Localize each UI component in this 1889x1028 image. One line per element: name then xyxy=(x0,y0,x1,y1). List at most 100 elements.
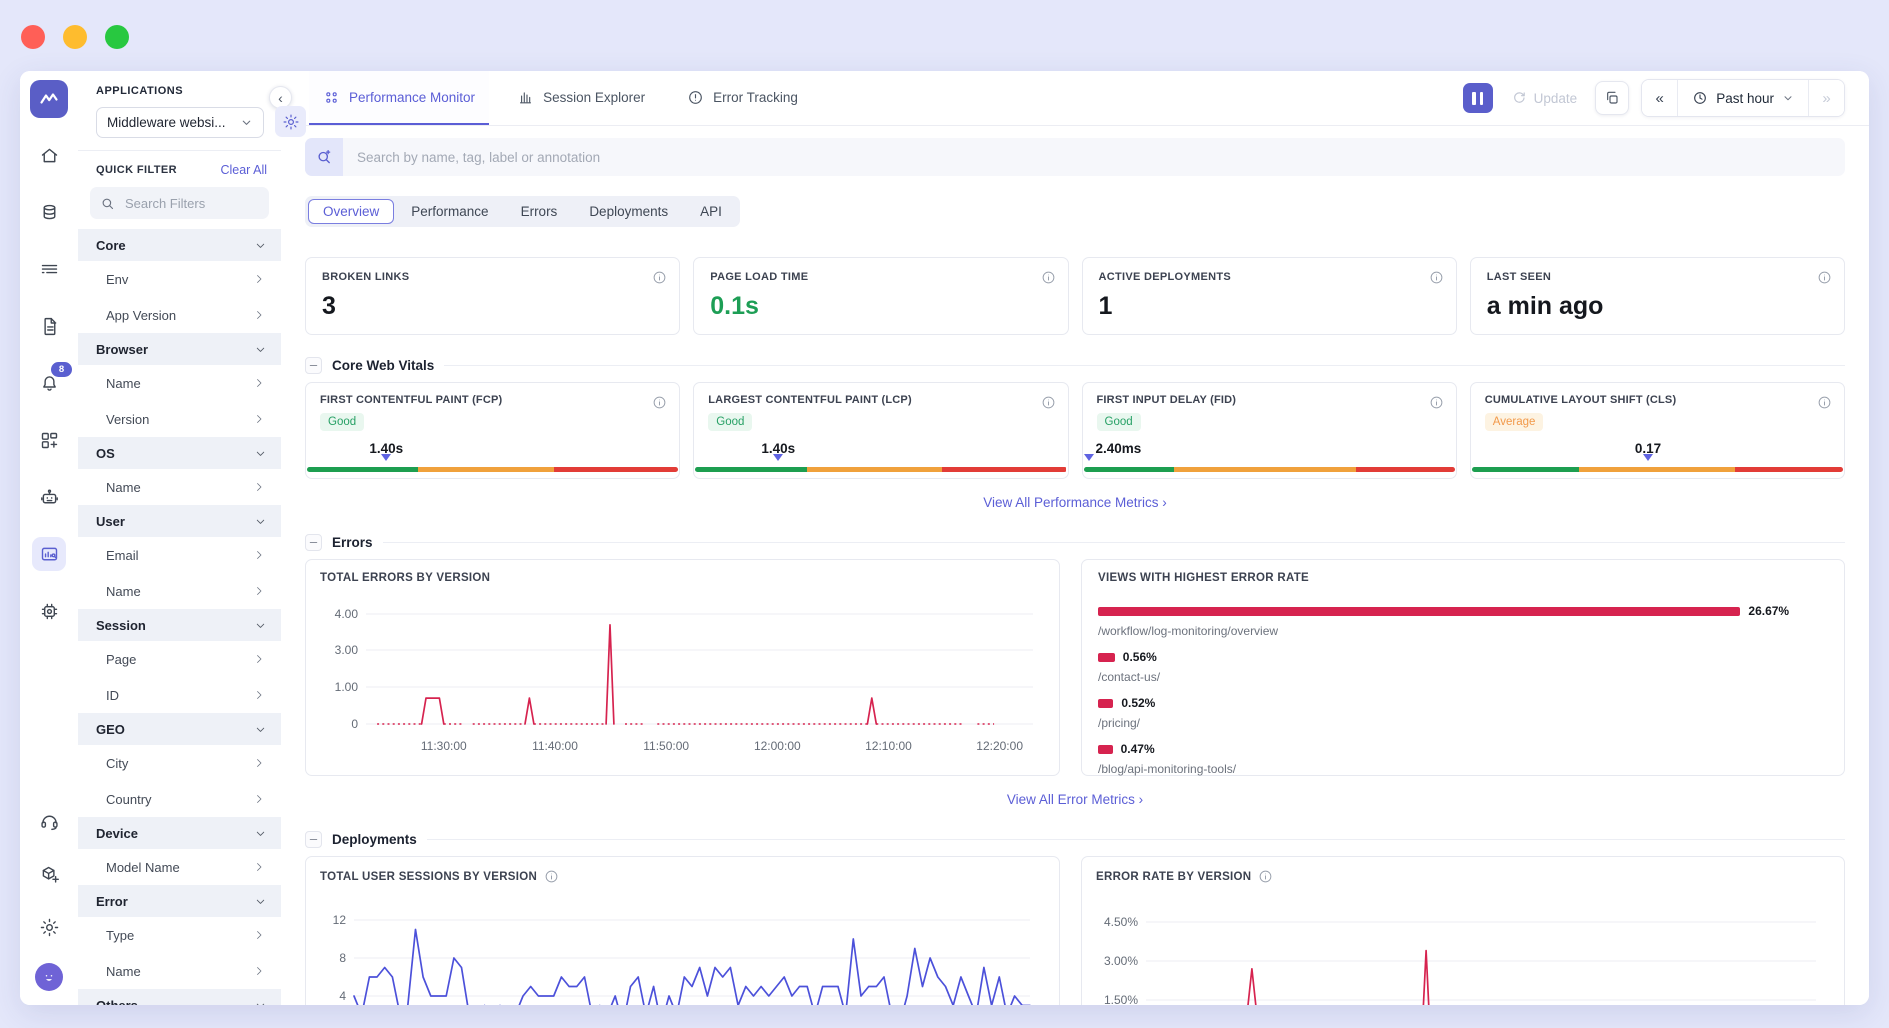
section-errors: Errors xyxy=(305,534,1845,551)
tab-label: Session Explorer xyxy=(543,90,645,105)
error-rate-value: 0.56% xyxy=(1123,650,1157,664)
info-icon[interactable] xyxy=(1817,270,1832,285)
filter-item-geo-city[interactable]: City xyxy=(78,745,281,781)
filter-group-user[interactable]: User xyxy=(78,505,281,537)
filter-item-core-env[interactable]: Env xyxy=(78,261,281,297)
info-icon[interactable] xyxy=(544,869,559,884)
time-range-forward-button[interactable]: » xyxy=(1808,80,1844,116)
update-button[interactable]: Update xyxy=(1505,89,1584,107)
subtab-overview[interactable]: Overview xyxy=(308,199,394,224)
vital-card-cumulative-layout-shift-cls-: CUMULATIVE LAYOUT SHIFT (CLS)Average0.17 xyxy=(1470,382,1845,479)
info-icon[interactable] xyxy=(1429,395,1444,410)
filter-item-core-app-version[interactable]: App Version xyxy=(78,297,281,333)
info-icon[interactable] xyxy=(1041,270,1056,285)
filter-item-user-name[interactable]: Name xyxy=(78,573,281,609)
vital-card-first-input-delay-fid-: FIRST INPUT DELAY (FID)Good2.40ms xyxy=(1082,382,1457,479)
minimize-window-button[interactable] xyxy=(63,25,87,49)
filter-item-label: Name xyxy=(106,964,141,979)
filter-group-others[interactable]: Others xyxy=(78,989,281,1005)
subtab-errors[interactable]: Errors xyxy=(506,199,573,224)
infrastructure-icon[interactable] xyxy=(32,594,66,628)
assistant-icon[interactable] xyxy=(32,480,66,514)
filter-group-core[interactable]: Core xyxy=(78,229,281,261)
error-rate-row: 0.47%/blog/api-monitoring-tools/ xyxy=(1098,742,1828,776)
svg-text:8: 8 xyxy=(339,951,346,965)
info-icon[interactable] xyxy=(1817,395,1832,410)
integrations-icon[interactable] xyxy=(32,857,66,891)
subtab-api[interactable]: API xyxy=(685,199,737,224)
filter-group-device[interactable]: Device xyxy=(78,817,281,849)
error-rate-page-label: /blog/api-monitoring-tools/ xyxy=(1098,762,1828,776)
collapse-section-icon[interactable] xyxy=(305,534,322,551)
view-all-performance-link[interactable]: View All Performance Metrics › xyxy=(983,495,1167,510)
clear-all-link[interactable]: Clear All xyxy=(220,163,267,177)
dashboards-icon[interactable] xyxy=(32,423,66,457)
subtab-performance[interactable]: Performance xyxy=(396,199,503,224)
quick-filter-label: QUICK FILTER xyxy=(96,164,177,176)
home-icon[interactable] xyxy=(32,138,66,172)
chevron-down-icon xyxy=(254,723,267,736)
threshold-segment xyxy=(1084,467,1175,472)
filter-item-os-name[interactable]: Name xyxy=(78,469,281,505)
reports-icon[interactable] xyxy=(32,309,66,343)
filter-item-geo-country[interactable]: Country xyxy=(78,781,281,817)
tab-error-tracking[interactable]: Error Tracking xyxy=(673,71,812,125)
tab-performance-monitor[interactable]: Performance Monitor xyxy=(309,71,489,125)
filter-item-session-id[interactable]: ID xyxy=(78,677,281,713)
filter-group-os[interactable]: OS xyxy=(78,437,281,469)
vital-marker-icon xyxy=(381,454,391,466)
settings-icon[interactable] xyxy=(32,910,66,944)
filter-item-device-model-name[interactable]: Model Name xyxy=(78,849,281,885)
application-selector[interactable]: Middleware websi... xyxy=(96,107,264,138)
filter-item-label: Name xyxy=(106,584,141,599)
info-icon[interactable] xyxy=(1429,270,1444,285)
chevron-down-icon xyxy=(254,239,267,252)
filter-item-browser-version[interactable]: Version xyxy=(78,401,281,437)
time-range-back-button[interactable]: « xyxy=(1642,80,1678,116)
subtab-deployments[interactable]: Deployments xyxy=(574,199,683,224)
filter-search-input[interactable] xyxy=(123,195,259,212)
maximize-window-button[interactable] xyxy=(105,25,129,49)
chevron-down-icon xyxy=(1782,92,1794,104)
view-all-errors-link[interactable]: View All Error Metrics › xyxy=(1007,792,1143,807)
total-errors-chart: 4.003.001.00011:30:0011:40:0011:50:0012:… xyxy=(320,592,1047,762)
filter-item-error-type[interactable]: Type xyxy=(78,917,281,953)
support-icon[interactable] xyxy=(32,804,66,838)
info-icon[interactable] xyxy=(1258,869,1273,884)
time-range-selector[interactable]: Past hour xyxy=(1678,80,1808,116)
filter-group-error[interactable]: Error xyxy=(78,885,281,917)
tab-session-explorer[interactable]: Session Explorer xyxy=(503,71,659,125)
usage-icon[interactable] xyxy=(32,195,66,229)
pause-refresh-button[interactable] xyxy=(1463,83,1493,113)
filter-item-user-email[interactable]: Email xyxy=(78,537,281,573)
profile-avatar[interactable] xyxy=(35,963,63,991)
filter-item-session-page[interactable]: Page xyxy=(78,641,281,677)
error-rate-bar xyxy=(1098,745,1113,754)
collapse-section-icon[interactable] xyxy=(305,831,322,848)
info-icon[interactable] xyxy=(1041,395,1056,410)
filter-group-geo[interactable]: GEO xyxy=(78,713,281,745)
copy-dashboard-button[interactable] xyxy=(1595,81,1629,115)
section-core-web-vitals: Core Web Vitals xyxy=(305,357,1845,374)
collapse-section-icon[interactable] xyxy=(305,357,322,374)
vital-status-badge: Good xyxy=(1097,413,1141,431)
search-input[interactable] xyxy=(343,150,1845,165)
dashboard-settings-button[interactable] xyxy=(275,106,306,137)
metric-card-broken-links: BROKEN LINKS3 xyxy=(305,257,680,335)
filter-group-browser[interactable]: Browser xyxy=(78,333,281,365)
vital-threshold-bar xyxy=(307,467,678,472)
close-window-button[interactable] xyxy=(21,25,45,49)
info-icon[interactable] xyxy=(652,270,667,285)
middleware-logo[interactable] xyxy=(30,80,68,118)
filter-item-error-name[interactable]: Name xyxy=(78,953,281,989)
filter-item-browser-name[interactable]: Name xyxy=(78,365,281,401)
info-icon[interactable] xyxy=(652,395,667,410)
alerts-icon[interactable]: 8 xyxy=(32,366,66,400)
rum-icon[interactable] xyxy=(32,537,66,571)
filter-group-session[interactable]: Session xyxy=(78,609,281,641)
vital-card-largest-contentful-paint-lcp-: LARGEST CONTENTFUL PAINT (LCP)Good1.40s xyxy=(693,382,1068,479)
logs-icon[interactable] xyxy=(32,252,66,286)
metric-card-last-seen: LAST SEENa min ago xyxy=(1470,257,1845,335)
ai-search-button[interactable] xyxy=(305,138,343,176)
chevron-down-icon xyxy=(254,619,267,632)
